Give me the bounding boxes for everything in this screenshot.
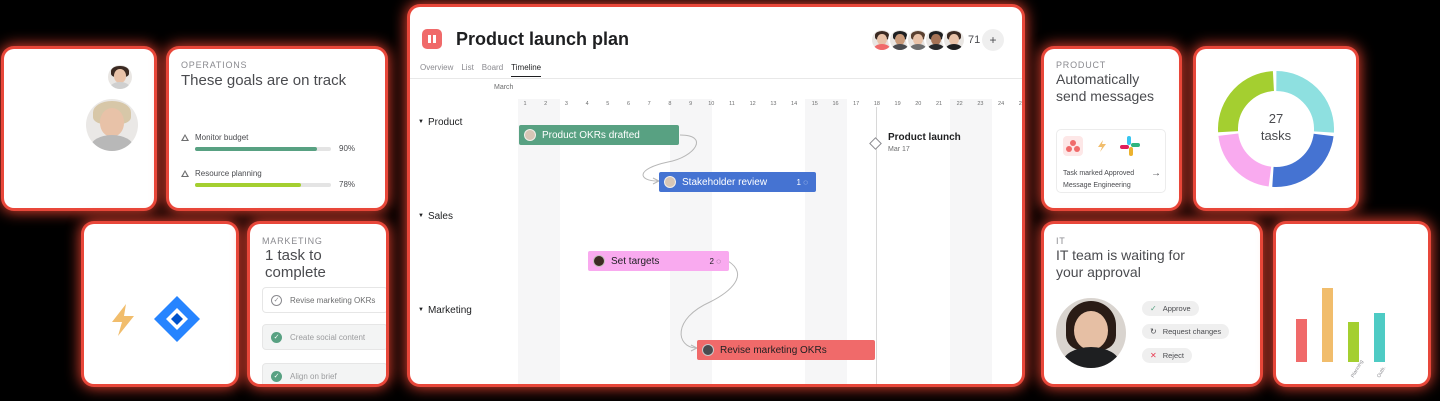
task-bar[interactable]: Stakeholder review 1 ◌ [659,172,816,192]
bar-chart-card: Planning Outb. [1276,224,1428,384]
approve-button[interactable]: ✓ Approve [1142,301,1199,316]
goal-progress-track [195,147,331,151]
comment-icon: ◌ [716,256,721,266]
requester-avatar [1056,298,1126,368]
task-label: Set targets [611,255,660,267]
card-eyebrow: MARKETING [262,236,323,246]
goal-progress-fill [195,147,318,151]
asana-icon [1063,136,1083,156]
marketing-checklist-card: MARKETING 1 task to complete ✓ Revise mar… [250,224,386,384]
messages-card: PRODUCT Automatically send messages Task… [1044,49,1179,208]
assignee-avatar [593,255,605,267]
card-title-line: send messages [1056,88,1155,104]
request-changes-button[interactable]: ↻ Request changes [1142,324,1230,339]
goal-percent: 90% [339,144,356,153]
card-title: These goals are on track [181,72,347,89]
card-eyebrow: IT [1056,236,1066,246]
check-circle-icon[interactable]: ✓ [271,331,282,343]
large-avatar [86,99,138,151]
task-bar[interactable]: Product OKRs drafted [519,125,679,145]
card-eyebrow: PRODUCT [1056,60,1107,70]
goal-label: Resource planning [195,169,262,178]
jira-icon [154,296,200,342]
checklist-item[interactable]: ✓ Align on brief [262,363,386,384]
task-label: Revise marketing OKRs [720,344,827,356]
refresh-icon: ↻ [1150,327,1157,336]
goal-progress-track [195,183,331,187]
task-bar[interactable]: Set targets 2 ◌ [588,251,729,271]
donut-unit: tasks [1260,128,1292,143]
assignee-avatar [524,129,536,141]
warning-icon [181,134,189,142]
bar [1374,312,1385,362]
goal-label: Monitor budget [195,133,249,142]
task-donut-card: 27 tasks [1196,49,1356,208]
check-circle-icon[interactable]: ✓ [271,294,282,306]
checklist-item[interactable]: ✓ Create social content [262,324,386,350]
card-title: 1 task to complete [265,247,326,281]
check-circle-icon[interactable]: ✓ [271,370,282,382]
timeline-window: Product launch plan 71 + Overview List B… [410,7,1022,384]
comment-count: 2 ◌ [709,256,721,266]
approval-card: IT IT team is waiting for your approval … [1044,224,1260,384]
integrations-card [84,224,236,384]
checklist-label: Create social content [290,332,366,342]
profile-card [4,49,154,208]
arrow-right-icon: → [1151,168,1161,179]
goal-row: Monitor budget 90% [181,133,361,153]
card-title-line: your approval [1056,264,1141,280]
goal-row: Resource planning 78% [181,169,361,189]
bar-label: Planning [1350,359,1365,379]
goal-percent: 78% [339,180,356,189]
dependency-connectors [642,134,739,352]
checklist-label: Align on brief [290,371,337,381]
checklist-item[interactable]: ✓ Revise marketing OKRs [262,287,386,313]
card-title-line: IT team is waiting for [1056,247,1185,263]
bar [1296,319,1307,362]
checklist-label: Revise marketing OKRs [290,295,376,305]
donut-count: 27 [1268,111,1284,126]
reject-button[interactable]: ✕ Reject [1142,348,1192,363]
slack-icon [1120,136,1140,156]
card-title-line: Automatically [1056,71,1140,87]
task-bar[interactable]: Revise marketing OKRs [697,340,875,360]
operations-goals-card: OPERATIONS These goals are on track Moni… [169,49,385,208]
bar [1348,322,1359,362]
warning-icon [181,170,189,178]
milestone-title[interactable]: Product launch [888,132,961,143]
check-icon: ✓ [1150,304,1157,313]
close-icon: ✕ [1150,351,1157,360]
task-label: Stakeholder review [682,176,768,188]
assignee-avatar [702,344,714,356]
rule-action: Message Engineering [1063,182,1131,189]
lightning-icon [1098,140,1106,152]
milestone-date: Mar 17 [888,146,910,153]
small-avatar [108,65,132,89]
lightning-icon [112,304,134,336]
rule-box[interactable]: Task marked Approved Message Engineering… [1056,129,1166,193]
bar [1322,287,1333,362]
bar-label: Outb. [1376,365,1388,379]
task-label: Product OKRs drafted [542,129,640,141]
card-eyebrow: OPERATIONS [181,60,248,70]
goal-progress-fill [195,183,302,187]
rule-trigger: Task marked Approved [1063,170,1135,177]
assignee-avatar [664,176,676,188]
bar-chart: Planning Outb. [1276,224,1428,384]
comment-icon: ◌ [803,177,808,187]
comment-count: 1 ◌ [796,177,808,187]
